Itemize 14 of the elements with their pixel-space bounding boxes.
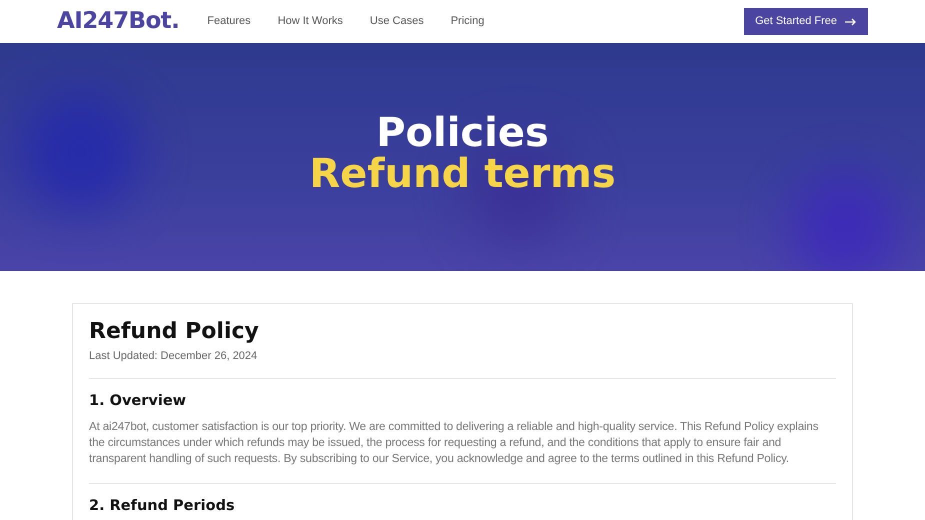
- policy-title: Refund Policy: [89, 318, 260, 346]
- hero-subtitle: Refund terms: [309, 154, 616, 194]
- arrow-right-icon: [845, 18, 857, 26]
- nav-link[interactable]: Use Cases: [370, 13, 424, 30]
- nav-link[interactable]: Features: [207, 13, 251, 30]
- logo[interactable]: AI247Bot.: [57, 4, 180, 39]
- section-heading: 1. Overview: [89, 392, 188, 410]
- last-updated: Last Updated: December 26, 2024: [89, 349, 258, 364]
- hero-title: Policies: [376, 112, 549, 154]
- section-heading: 2. Refund Periods: [89, 496, 236, 514]
- section-paragraph: At ai247bot, customer satisfaction is our top priority. We are committed to delivering a reliable and high-quality service. This Refund Policy explains the circumstances under which refunds may be issued, the process for requesting a refund, and the conditions that apply to ensure fair and transparent handling of such requests. By subscribing to our Service, you acknowledge and agree to the terms outlined in this Refund Policy.: [89, 418, 820, 466]
- nav-link[interactable]: Pricing: [450, 13, 484, 30]
- nav-link[interactable]: How It Works: [278, 13, 343, 30]
- get-started-button[interactable]: Get Started Free: [744, 8, 868, 35]
